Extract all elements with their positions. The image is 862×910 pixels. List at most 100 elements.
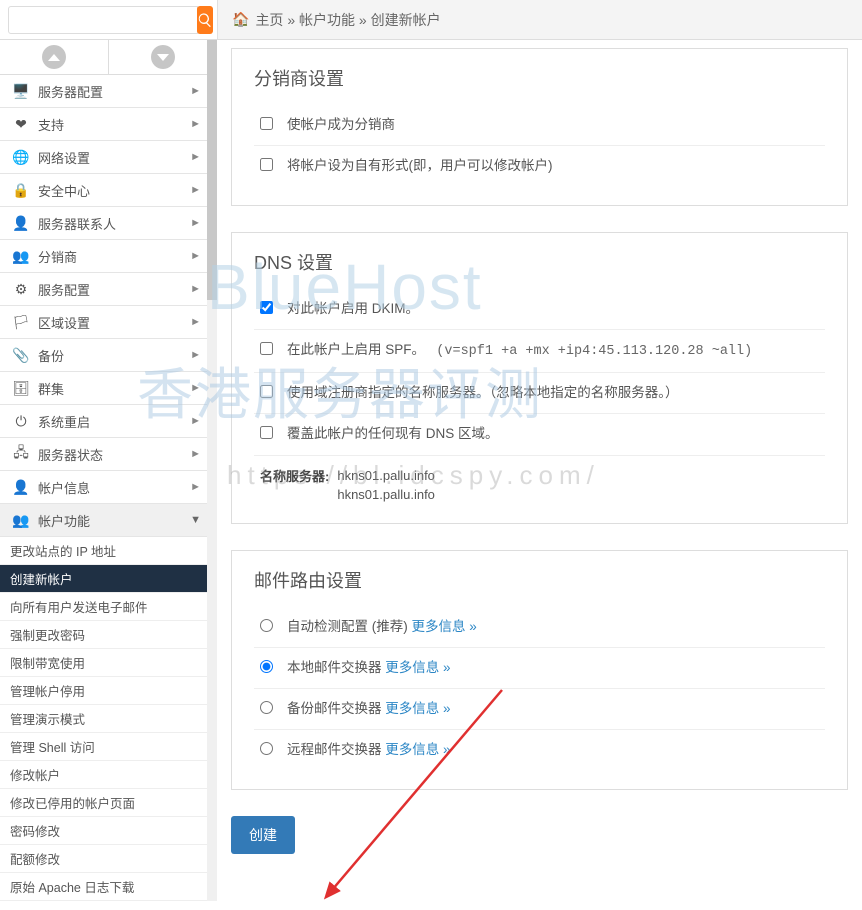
- category-label: 帐户功能: [38, 511, 90, 530]
- chevron-icon: ►: [190, 85, 201, 97]
- sidebar: 🖥️服务器配置►❤支持►🌐网络设置►🔒安全中心►👤服务器联系人►👥分销商►⚙服务…: [0, 40, 217, 901]
- category-label: 区域设置: [38, 313, 90, 332]
- category-label: 安全中心: [38, 181, 90, 200]
- sidebar-item[interactable]: 管理演示模式: [0, 705, 217, 733]
- category-icon: ⏻: [12, 412, 30, 430]
- chevron-icon: ►: [190, 151, 201, 163]
- make-reseller-checkbox[interactable]: [260, 117, 273, 130]
- category-icon: 🖧: [12, 445, 30, 463]
- mail-remote-label: 远程邮件交换器: [287, 742, 382, 757]
- sidebar-item[interactable]: 原始 Apache 日志下载: [0, 873, 217, 901]
- sidebar-category[interactable]: 🌐 网络设置 ►: [0, 141, 217, 174]
- sidebar-category[interactable]: 🔒安全中心►: [0, 174, 217, 207]
- own-account-label: 将帐户设为自有形式(即，用户可以修改帐户): [287, 156, 825, 176]
- category-icon: 📎: [12, 346, 30, 364]
- sidebar-category[interactable]: ⚙服务配置►: [0, 273, 217, 306]
- search-input[interactable]: [8, 6, 198, 34]
- more-info-link[interactable]: 更多信息 »: [412, 619, 477, 634]
- more-info-link[interactable]: 更多信息 »: [385, 660, 450, 675]
- override-zone-checkbox[interactable]: [260, 426, 273, 439]
- sidebar-category[interactable]: 🏳区域设置►: [0, 306, 217, 339]
- chevron-icon: ►: [190, 316, 201, 328]
- registrar-ns-checkbox[interactable]: [260, 385, 273, 398]
- sidebar-category[interactable]: 🖧 服务器状态 ►: [0, 438, 217, 471]
- category-label: 备份: [38, 346, 64, 365]
- sidebar-category[interactable]: 🖥️ 服务器配置 ►: [0, 75, 217, 108]
- dkim-checkbox[interactable]: [260, 301, 273, 314]
- sidebar-category[interactable]: 👤 服务器联系人 ►: [0, 207, 217, 240]
- search-button[interactable]: [197, 6, 213, 34]
- mail-backup-radio[interactable]: [260, 701, 273, 714]
- mail-local-label: 本地邮件交换器: [287, 660, 382, 675]
- sidebar-item[interactable]: 向所有用户发送电子邮件: [0, 593, 217, 621]
- chevron-icon: ►: [190, 382, 201, 394]
- category-label: 服务器联系人: [38, 214, 116, 233]
- category-icon: 🗄: [12, 379, 30, 397]
- sidebar-category[interactable]: ❤支持►: [0, 108, 217, 141]
- sidebar-scrollbar[interactable]: [207, 40, 217, 901]
- sidebar-item[interactable]: 管理 Shell 访问: [0, 733, 217, 761]
- mail-remote-radio[interactable]: [260, 742, 273, 755]
- panel-title: DNS 设置: [254, 249, 825, 275]
- make-reseller-label: 使帐户成为分销商: [287, 115, 825, 135]
- chevron-icon: ►: [190, 349, 201, 361]
- spf-checkbox[interactable]: [260, 342, 273, 355]
- panel-dns: DNS 设置 对此帐户启用 DKIM。 在此帐户上启用 SPF。 (v=spf1…: [231, 232, 848, 524]
- sidebar-item[interactable]: 强制更改密码: [0, 621, 217, 649]
- chevron-icon: ►: [190, 283, 201, 295]
- category-icon: 👤: [12, 214, 30, 232]
- chevron-icon: ▼: [190, 514, 201, 526]
- sidebar-item[interactable]: 配额修改: [0, 845, 217, 873]
- chevron-icon: ►: [190, 184, 201, 196]
- category-label: 网络设置: [38, 148, 90, 167]
- panel-title: 分销商设置: [254, 65, 825, 91]
- more-info-link[interactable]: 更多信息 »: [385, 742, 450, 757]
- sidebar-category[interactable]: 👤帐户信息►: [0, 471, 217, 504]
- chevron-icon: ►: [190, 415, 201, 427]
- mail-auto-radio[interactable]: [260, 619, 273, 632]
- override-zone-label: 覆盖此帐户的任何现有 DNS 区域。: [287, 424, 825, 444]
- sidebar-category[interactable]: 👥 帐户功能 ▼: [0, 504, 217, 537]
- category-label: 服务配置: [38, 280, 90, 299]
- category-icon: 🌐: [12, 148, 30, 166]
- chevron-icon: ►: [190, 217, 201, 229]
- more-info-link[interactable]: 更多信息 »: [385, 701, 450, 716]
- home-icon: 🏠: [232, 11, 249, 28]
- sidebar-item[interactable]: 密码修改: [0, 817, 217, 845]
- category-label: 服务器配置: [38, 82, 103, 101]
- category-icon: 🖥️: [12, 82, 30, 100]
- chevron-icon: ►: [190, 481, 201, 493]
- collapse-all-button[interactable]: [0, 40, 109, 74]
- sidebar-category[interactable]: ⏻ 系统重启 ►: [0, 405, 217, 438]
- expand-all-button[interactable]: [109, 40, 217, 74]
- category-icon: ❤: [12, 115, 30, 133]
- category-label: 帐户信息: [38, 478, 90, 497]
- nameservers-label: 名称服务器:: [260, 466, 329, 505]
- sidebar-item[interactable]: 修改已停用的帐户页面: [0, 789, 217, 817]
- chevron-icon: ►: [190, 448, 201, 460]
- sidebar-category[interactable]: 🗄 群集 ►: [0, 372, 217, 405]
- sidebar-item[interactable]: 修改帐户: [0, 761, 217, 789]
- sidebar-category[interactable]: 👥分销商►: [0, 240, 217, 273]
- category-label: 服务器状态: [38, 445, 103, 464]
- sidebar-item[interactable]: 管理帐户停用: [0, 677, 217, 705]
- create-button[interactable]: 创建: [231, 816, 295, 854]
- mail-local-radio[interactable]: [260, 660, 273, 673]
- category-label: 群集: [38, 379, 64, 398]
- breadcrumb-level1[interactable]: 帐户功能: [299, 10, 355, 30]
- breadcrumb-home[interactable]: 主页: [255, 10, 283, 30]
- own-account-checkbox[interactable]: [260, 158, 273, 171]
- category-label: 系统重启: [38, 412, 90, 431]
- chevron-up-icon: [48, 54, 60, 61]
- category-label: 支持: [38, 115, 64, 134]
- sidebar-item[interactable]: 限制带宽使用: [0, 649, 217, 677]
- registrar-ns-label: 使用域注册商指定的名称服务器。（忽略本地指定的名称服务器。）: [287, 383, 825, 403]
- panel-mail-routing: 邮件路由设置 自动检测配置 (推荐) 更多信息 » 本地邮件交换器 更多信息 »…: [231, 550, 848, 790]
- mail-auto-label: 自动检测配置 (推荐): [287, 619, 408, 634]
- category-icon: 👥: [12, 511, 30, 529]
- sidebar-category[interactable]: 📎 备份 ►: [0, 339, 217, 372]
- sidebar-item[interactable]: 更改站点的 IP 地址: [0, 537, 217, 565]
- mail-backup-label: 备份邮件交换器: [287, 701, 382, 716]
- category-label: 分销商: [38, 247, 77, 266]
- sidebar-item[interactable]: 创建新帐户: [0, 565, 217, 593]
